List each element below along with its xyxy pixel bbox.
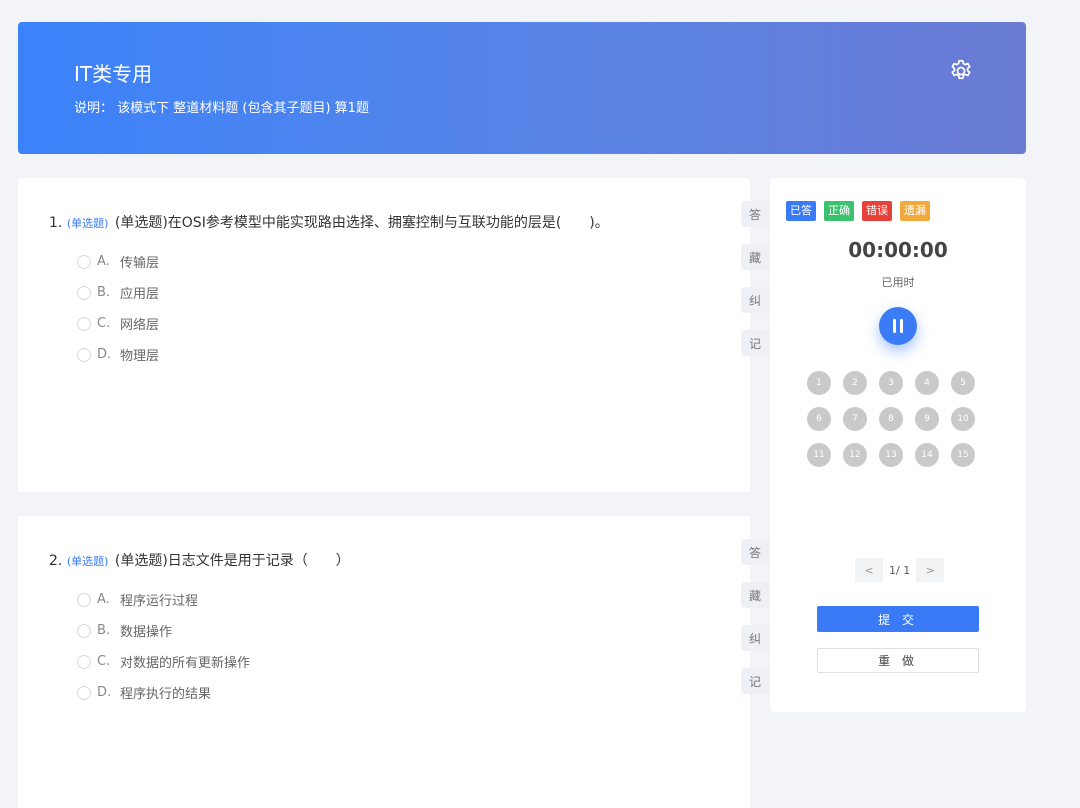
question-nav-4[interactable]: 4 xyxy=(915,371,939,395)
legend-wrong: 错误 xyxy=(862,201,892,221)
option-d[interactable]: D. 物理层 xyxy=(77,339,159,370)
question-nav-14[interactable]: 14 xyxy=(915,443,939,467)
pause-button[interactable] xyxy=(879,307,917,345)
prev-page-button[interactable]: < xyxy=(855,558,883,582)
option-letter: C. xyxy=(97,654,111,669)
option-a[interactable]: A. 程序运行过程 xyxy=(77,584,250,615)
mode-description: 说明： 该模式下 整道材料题 (包含其子题目) 算1题 xyxy=(74,101,369,116)
question-nav-8[interactable]: 8 xyxy=(879,407,903,431)
question-card-1: 1. (单选题) (单选题)在OSI参考模型中能实现路由选择、拥塞控制与互联功能… xyxy=(18,178,769,492)
timer-label: 已用时 xyxy=(881,276,915,289)
question-nav-7[interactable]: 7 xyxy=(843,407,867,431)
option-c[interactable]: C. 网络层 xyxy=(77,308,159,339)
note-button[interactable]: 记 xyxy=(741,668,769,694)
question-nav-3[interactable]: 3 xyxy=(879,371,903,395)
favorite-button[interactable]: 藏 xyxy=(741,244,769,270)
option-text: 物理层 xyxy=(120,349,160,364)
option-letter: B. xyxy=(97,285,111,300)
question-number: 2. xyxy=(49,553,63,569)
question-nav-5[interactable]: 5 xyxy=(951,371,975,395)
question-nav-9[interactable]: 9 xyxy=(915,407,939,431)
option-a[interactable]: A. 传输层 xyxy=(77,246,159,277)
question-actions: 答 藏 纠 记 xyxy=(741,201,769,373)
radio-button[interactable] xyxy=(77,654,91,669)
page-title: IT类专用 xyxy=(74,62,153,86)
question-nav-2[interactable]: 2 xyxy=(843,371,867,395)
radio-button[interactable] xyxy=(77,685,91,700)
legend-answered: 已答 xyxy=(786,201,816,221)
radio-button[interactable] xyxy=(77,316,91,331)
option-text: 传输层 xyxy=(120,256,160,271)
question-nav-12[interactable]: 12 xyxy=(843,443,867,467)
page-info: 1/ 1 xyxy=(889,563,911,577)
header-banner: IT类专用 说明： 该模式下 整道材料题 (包含其子题目) 算1题 xyxy=(18,22,1026,154)
option-letter: C. xyxy=(97,316,111,331)
radio-button[interactable] xyxy=(77,285,91,300)
question-number-grid: 1 2 3 4 5 6 7 8 9 10 11 12 13 14 15 xyxy=(807,371,997,467)
radio-button[interactable] xyxy=(77,254,91,269)
option-text: 数据操作 xyxy=(120,625,173,640)
question-title: 2. (单选题) (单选题)日志文件是用于记录（ ） xyxy=(49,550,350,570)
option-b[interactable]: B. 数据操作 xyxy=(77,615,250,646)
legend-missed: 遗漏 xyxy=(900,201,930,221)
question-card-2: 2. (单选题) (单选题)日志文件是用于记录（ ） A. 程序运行过程 B. 数据… xyxy=(18,516,769,808)
question-type-tag: (单选题) xyxy=(66,217,109,230)
option-text: 程序运行过程 xyxy=(120,594,199,609)
option-d[interactable]: D. 程序执行的结果 xyxy=(77,677,250,708)
option-b[interactable]: B. 应用层 xyxy=(77,277,159,308)
question-nav-15[interactable]: 15 xyxy=(951,443,975,467)
question-nav-11[interactable]: 11 xyxy=(807,443,831,467)
option-text: 应用层 xyxy=(120,287,160,302)
redo-button[interactable]: 重 做 xyxy=(817,648,979,673)
gear-icon[interactable] xyxy=(948,58,974,84)
question-text: (单选题)日志文件是用于记录（ ） xyxy=(114,553,350,569)
option-text: 对数据的所有更新操作 xyxy=(120,656,251,671)
question-actions: 答 藏 纠 记 xyxy=(741,539,769,711)
option-letter: A. xyxy=(97,592,110,607)
radio-button[interactable] xyxy=(77,592,91,607)
option-letter: B. xyxy=(97,623,111,638)
options-list: A. 程序运行过程 B. 数据操作 C. 对数据的所有更新操作 D. 程序执行的结果 xyxy=(77,584,250,708)
note-button[interactable]: 记 xyxy=(741,330,769,356)
option-letter: A. xyxy=(97,254,110,269)
report-error-button[interactable]: 纠 xyxy=(741,287,769,313)
option-letter: D. xyxy=(97,347,112,362)
elapsed-timer: 00:00:00 xyxy=(848,238,948,262)
question-title: 1. (单选题) (单选题)在OSI参考模型中能实现路由选择、拥塞控制与互联功能… xyxy=(49,212,609,232)
submit-button[interactable]: 提 交 xyxy=(817,606,979,632)
favorite-button[interactable]: 藏 xyxy=(741,582,769,608)
question-nav-6[interactable]: 6 xyxy=(807,407,831,431)
status-legend: 已答 正确 错误 遗漏 xyxy=(786,201,938,221)
option-c[interactable]: C. 对数据的所有更新操作 xyxy=(77,646,250,677)
answer-button[interactable]: 答 xyxy=(741,201,769,227)
legend-correct: 正确 xyxy=(824,201,854,221)
radio-button[interactable] xyxy=(77,347,91,362)
question-number: 1. xyxy=(49,215,63,231)
answer-sheet-panel: 已答 正确 错误 遗漏 00:00:00 已用时 1 2 3 4 5 6 7 8… xyxy=(770,178,1026,712)
options-list: A. 传输层 B. 应用层 C. 网络层 D. 物理层 xyxy=(77,246,159,370)
radio-button[interactable] xyxy=(77,623,91,638)
question-nav-10[interactable]: 10 xyxy=(951,407,975,431)
option-text: 程序执行的结果 xyxy=(120,687,212,702)
option-text: 网络层 xyxy=(120,318,160,333)
pagination: < 1/ 1 > xyxy=(855,558,945,582)
question-type-tag: (单选题) xyxy=(66,555,109,568)
question-text: (单选题)在OSI参考模型中能实现路由选择、拥塞控制与互联功能的层是( )。 xyxy=(114,215,609,231)
answer-button[interactable]: 答 xyxy=(741,539,769,565)
option-letter: D. xyxy=(97,685,112,700)
report-error-button[interactable]: 纠 xyxy=(741,625,769,651)
question-nav-13[interactable]: 13 xyxy=(879,443,903,467)
question-nav-1[interactable]: 1 xyxy=(807,371,831,395)
next-page-button[interactable]: > xyxy=(916,558,945,582)
